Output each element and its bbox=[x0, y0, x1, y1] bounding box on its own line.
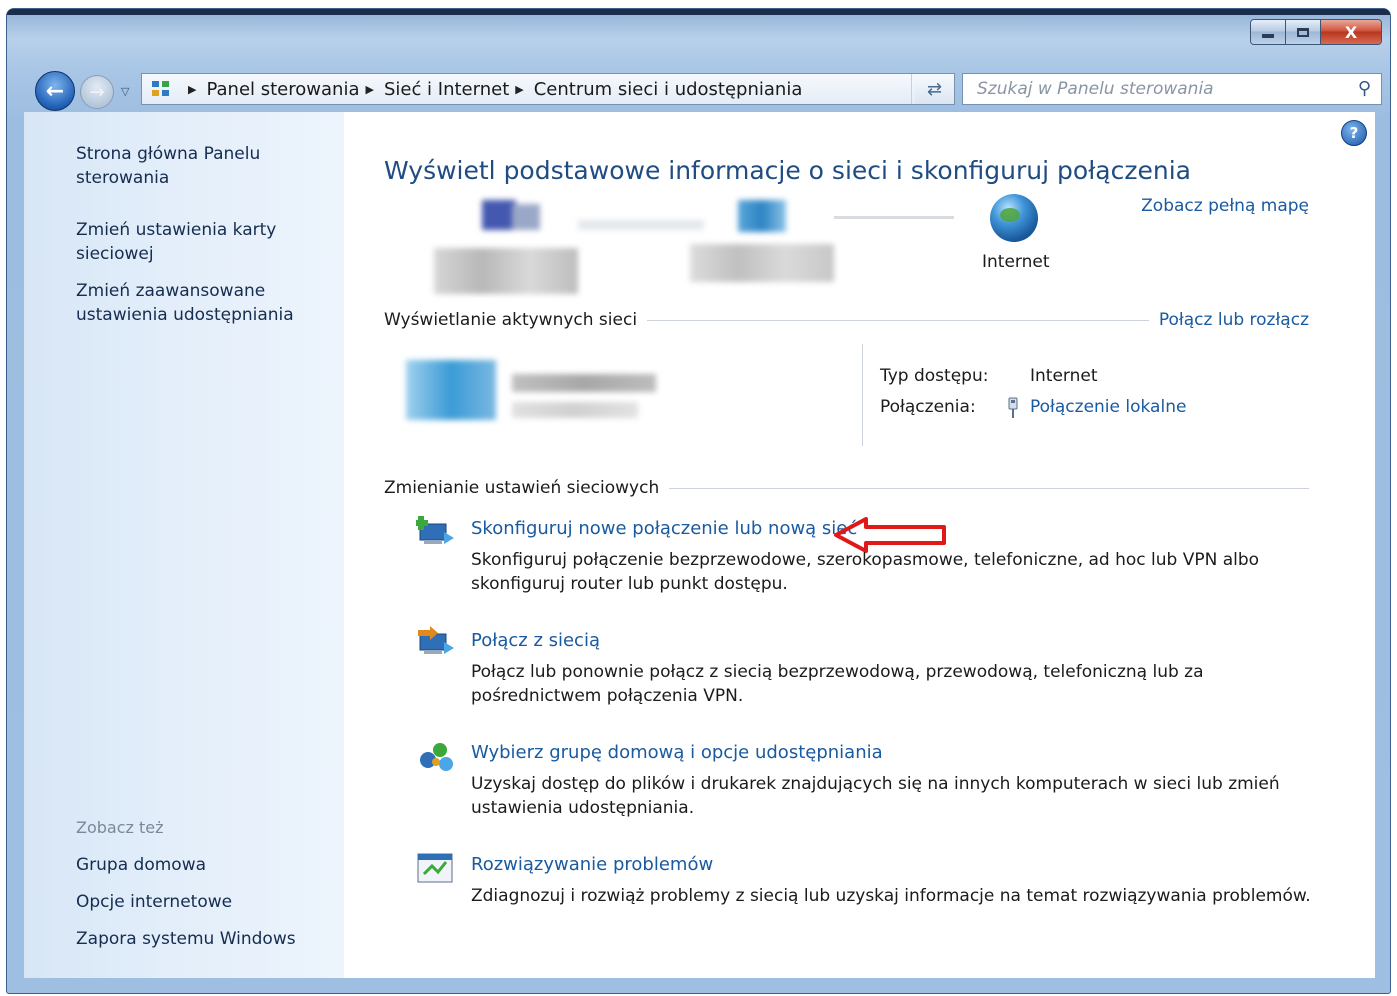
main-content: ? Wyświetl podstawowe informacje o sieci… bbox=[344, 112, 1375, 978]
refresh-icon: ⇄ bbox=[926, 78, 943, 100]
sidebar-link-advanced-sharing[interactable]: Zmień zaawansowane ustawienia udostępnia… bbox=[76, 279, 326, 327]
troubleshoot-desc-line1: Zdiagnozuj i rozwiąż problemy z siecią l… bbox=[471, 886, 1311, 906]
troubleshoot-link[interactable]: Rozwiązywanie problemów bbox=[471, 854, 713, 875]
troubleshoot-icon bbox=[416, 850, 456, 886]
minimize-button[interactable] bbox=[1251, 20, 1286, 44]
breadcrumb-separator-icon[interactable]: ▶ bbox=[365, 83, 373, 96]
network-link-line bbox=[578, 220, 704, 230]
computer-icon bbox=[482, 200, 546, 234]
setup-new-connection-desc-line2: skonfiguruj router lub punkt dostępu. bbox=[471, 574, 788, 594]
setup-new-connection-link[interactable]: Skonfiguruj nowe połączenie lub nową sie… bbox=[471, 518, 857, 539]
internet-link-line bbox=[834, 216, 954, 219]
network-icon bbox=[738, 200, 788, 234]
homegroup-sharing-desc-line1: Uzyskaj dostęp do plików i drukarek znaj… bbox=[471, 774, 1280, 794]
local-connection-link[interactable]: Połączenie lokalne bbox=[1030, 397, 1186, 417]
search-icon[interactable]: ⚲ bbox=[1358, 78, 1371, 99]
access-type-label: Typ dostępu: bbox=[880, 366, 989, 386]
recent-pages-dropdown[interactable]: ▽ bbox=[121, 85, 129, 98]
maximize-icon bbox=[1297, 27, 1309, 37]
active-network-icon bbox=[406, 360, 496, 420]
address-bar[interactable]: ▶ Panel sterowania ▶ Sieć i Internet ▶ C… bbox=[141, 73, 943, 105]
sidebar-link-adapter-settings[interactable]: Zmień ustawienia karty sieciowej bbox=[76, 218, 326, 266]
see-full-map-link[interactable]: Zobacz pełną mapę bbox=[1141, 196, 1309, 216]
computer-name-blurred bbox=[434, 248, 578, 294]
sidebar: Strona główna Panelu sterowania Zmień us… bbox=[24, 112, 344, 978]
vertical-divider bbox=[862, 344, 863, 446]
search-box[interactable]: Szukaj w Panelu sterowania ⚲ bbox=[962, 73, 1382, 105]
active-network-name-blurred bbox=[512, 374, 656, 392]
homegroup-sharing-desc-line2: ustawienia udostępniania. bbox=[471, 798, 695, 818]
breadcrumb-panel-sterowania[interactable]: Panel sterowania bbox=[206, 79, 359, 100]
refresh-button[interactable]: ⇄ bbox=[915, 73, 955, 105]
internet-label: Internet bbox=[982, 252, 1050, 272]
homegroup-icon bbox=[416, 738, 456, 774]
connect-to-network-desc-line2: pośrednictwem połączenia VPN. bbox=[471, 686, 744, 706]
connect-to-network-link[interactable]: Połącz z siecią bbox=[471, 630, 600, 651]
close-button[interactable]: X bbox=[1321, 20, 1381, 44]
breadcrumb-siec-i-internet[interactable]: Sieć i Internet bbox=[384, 79, 509, 100]
access-type-value: Internet bbox=[1030, 366, 1098, 386]
forward-button[interactable]: → bbox=[80, 75, 114, 109]
forward-arrow-icon: → bbox=[89, 81, 105, 103]
sidebar-link-internet-options[interactable]: Opcje internetowe bbox=[76, 890, 326, 914]
minimize-icon bbox=[1262, 34, 1274, 38]
back-arrow-icon: ← bbox=[45, 78, 65, 104]
back-button[interactable]: ← bbox=[35, 71, 75, 111]
active-networks-heading: Wyświetlanie aktywnych sieci bbox=[384, 310, 638, 330]
sidebar-link-homegroup[interactable]: Grupa domowa bbox=[76, 853, 326, 877]
connect-to-network-icon bbox=[416, 626, 456, 662]
connect-disconnect-link[interactable]: Połącz lub rozłącz bbox=[1159, 310, 1309, 330]
connections-label: Połączenia: bbox=[880, 397, 976, 417]
window-top-border bbox=[7, 9, 1390, 15]
breadcrumb-separator-icon[interactable]: ▶ bbox=[515, 83, 523, 96]
caption-buttons: X bbox=[1250, 19, 1382, 45]
homegroup-sharing-link[interactable]: Wybierz grupę domową i opcje udostępnian… bbox=[471, 742, 883, 763]
active-networks-header: Wyświetlanie aktywnych sieci Połącz lub … bbox=[384, 310, 1309, 330]
breadcrumb-centrum-sieci[interactable]: Centrum sieci i udostępniania bbox=[534, 79, 803, 100]
setup-new-connection-desc-line1: Skonfiguruj połączenie bezprzewodowe, sz… bbox=[471, 550, 1260, 570]
change-settings-header: Zmienianie ustawień sieciowych bbox=[384, 478, 1309, 498]
help-icon[interactable]: ? bbox=[1341, 120, 1367, 146]
section-divider bbox=[669, 487, 1309, 489]
breadcrumb-separator-icon[interactable]: ▶ bbox=[188, 83, 196, 96]
section-divider bbox=[647, 319, 1149, 321]
connect-to-network-desc-line1: Połącz lub ponownie połącz z siecią bezp… bbox=[471, 662, 1204, 682]
active-network-type-blurred bbox=[512, 402, 638, 418]
lan-connection-icon bbox=[1006, 397, 1020, 419]
network-name-blurred bbox=[690, 244, 834, 282]
new-connection-icon bbox=[414, 514, 456, 550]
sidebar-link-windows-firewall[interactable]: Zapora systemu Windows bbox=[76, 927, 326, 951]
change-settings-heading: Zmienianie ustawień sieciowych bbox=[384, 478, 660, 498]
page-title: Wyświetl podstawowe informacje o sieci i… bbox=[384, 156, 1191, 185]
maximize-button[interactable] bbox=[1286, 20, 1321, 44]
internet-globe-icon bbox=[990, 194, 1038, 242]
search-input[interactable]: Szukaj w Panelu sterowania bbox=[977, 79, 1214, 99]
close-icon: X bbox=[1344, 22, 1358, 42]
see-also-heading: Zobacz też bbox=[76, 818, 164, 837]
control-panel-icon bbox=[150, 78, 172, 100]
sidebar-link-home[interactable]: Strona główna Panelu sterowania bbox=[76, 142, 326, 190]
